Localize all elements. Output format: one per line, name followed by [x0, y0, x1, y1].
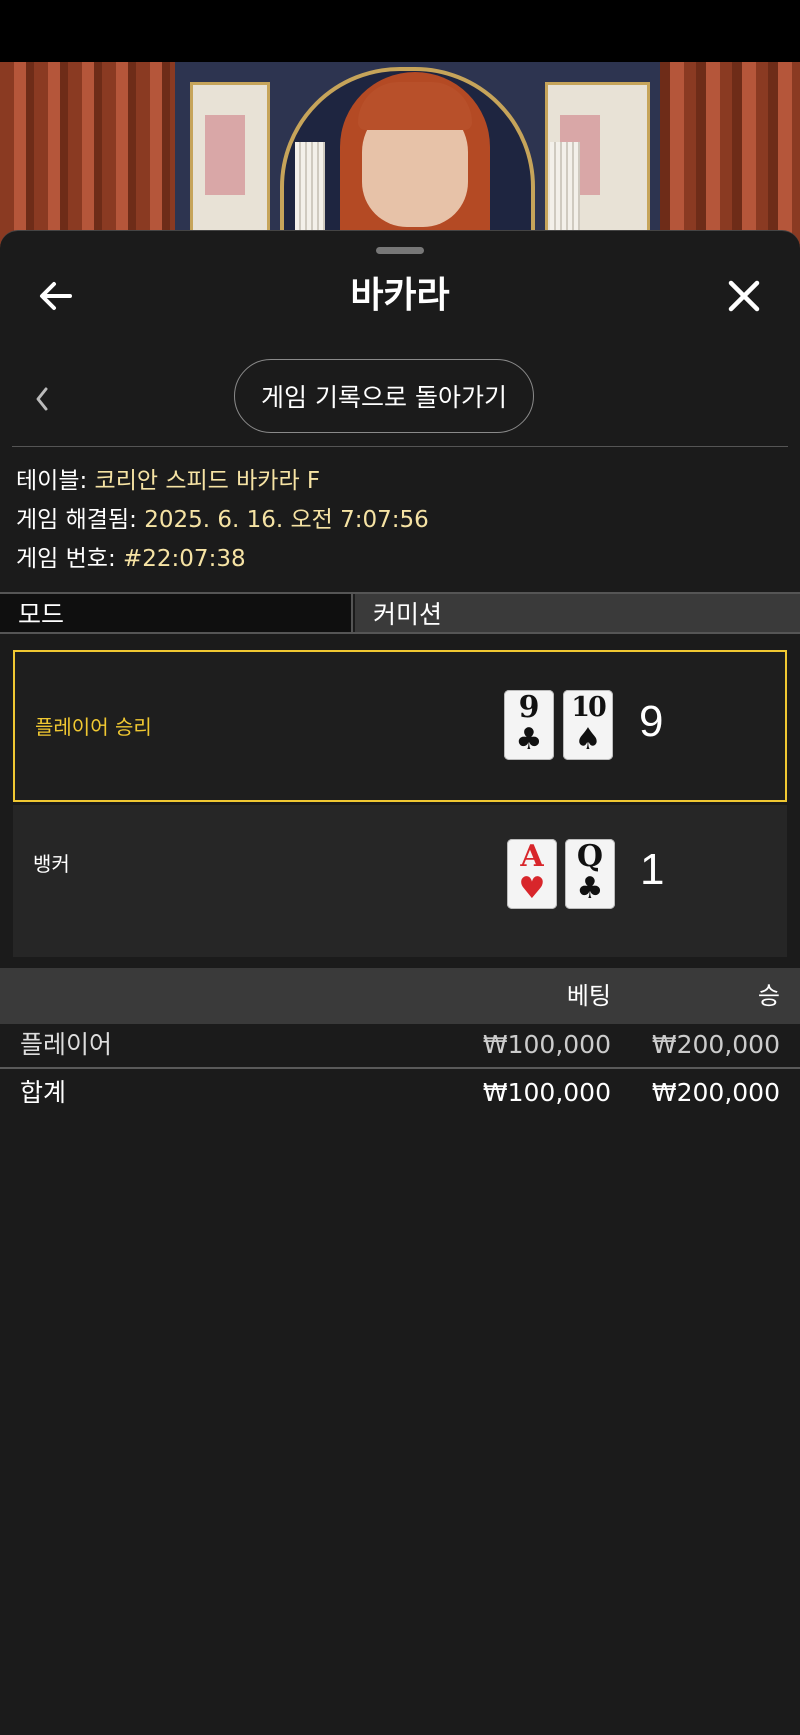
club-icon: ♣	[515, 722, 543, 757]
card-rank: 10	[571, 692, 607, 723]
player-card-1: 9 ♣	[504, 690, 554, 760]
mode-bar: 모드 커미션	[0, 592, 800, 634]
resolved-label: 게임 해결됨:	[16, 507, 137, 533]
bet-amount: ₩100,000	[482, 1030, 611, 1059]
table-value: 코리안 스피드 바카라 F	[94, 468, 321, 494]
player-result-row: 플레이어 승리 9 ♣ 10 ♠ 9	[13, 650, 787, 802]
resolved-value: 2025. 6. 16. 오전 7:07:56	[144, 507, 429, 533]
game-detail-sheet: 바카라 게임 기록으로 돌아가기 테이블: 코리안 스피드 바카라 F 게임 해…	[0, 230, 800, 1735]
banker-card-1: A ♥	[507, 839, 557, 909]
back-to-history-button[interactable]: 게임 기록으로 돌아가기	[234, 359, 534, 433]
banker-result-row: 뱅커 A ♥ Q ♣ 1	[13, 805, 787, 957]
table-info: 테이블: 코리안 스피드 바카라 F	[16, 466, 320, 496]
bet-column-header: 베팅	[566, 982, 611, 1010]
game-number-info: 게임 번호: #22:07:38	[16, 544, 246, 574]
close-icon[interactable]	[724, 276, 764, 316]
card-rank: A	[520, 839, 544, 874]
game-number-label: 게임 번호:	[16, 546, 116, 572]
divider	[12, 446, 788, 447]
banker-score: 1	[640, 845, 665, 894]
resolved-info: 게임 해결됨: 2025. 6. 16. 오전 7:07:56	[16, 505, 429, 535]
table-row: 플레이어 ₩100,000 ₩200,000	[0, 1022, 800, 1068]
game-number-value: #22:07:38	[123, 546, 246, 572]
chevron-left-icon[interactable]	[32, 381, 52, 417]
divider	[0, 1067, 800, 1069]
player-result-label: 플레이어 승리	[35, 715, 152, 739]
win-amount: ₩200,000	[651, 1030, 780, 1059]
table-label: 테이블:	[16, 468, 88, 494]
bets-table-header: 베팅 승	[0, 968, 800, 1024]
total-win: ₩200,000	[651, 1078, 780, 1107]
commission-label: 커미션	[355, 594, 800, 632]
status-bar	[0, 0, 800, 62]
win-column-header: 승	[757, 982, 780, 1010]
banker-card-2: Q ♣	[565, 839, 615, 909]
live-video-feed	[0, 62, 800, 252]
mode-label: 모드	[0, 594, 353, 632]
spade-icon: ♠	[574, 722, 602, 757]
card-rank: Q	[576, 839, 604, 874]
total-label: 합계	[20, 1078, 67, 1107]
bet-name: 플레이어	[20, 1030, 113, 1059]
total-row: 합계 ₩100,000 ₩200,000	[0, 1070, 800, 1116]
player-card-2: 10 ♠	[563, 690, 613, 760]
banker-result-label: 뱅커	[33, 852, 70, 876]
total-bet: ₩100,000	[482, 1078, 611, 1107]
card-rank: 9	[518, 690, 540, 725]
drag-handle[interactable]	[376, 247, 424, 254]
club-icon: ♣	[576, 871, 604, 906]
player-score: 9	[639, 697, 664, 746]
page-title: 바카라	[350, 275, 450, 316]
heart-icon: ♥	[518, 871, 546, 906]
